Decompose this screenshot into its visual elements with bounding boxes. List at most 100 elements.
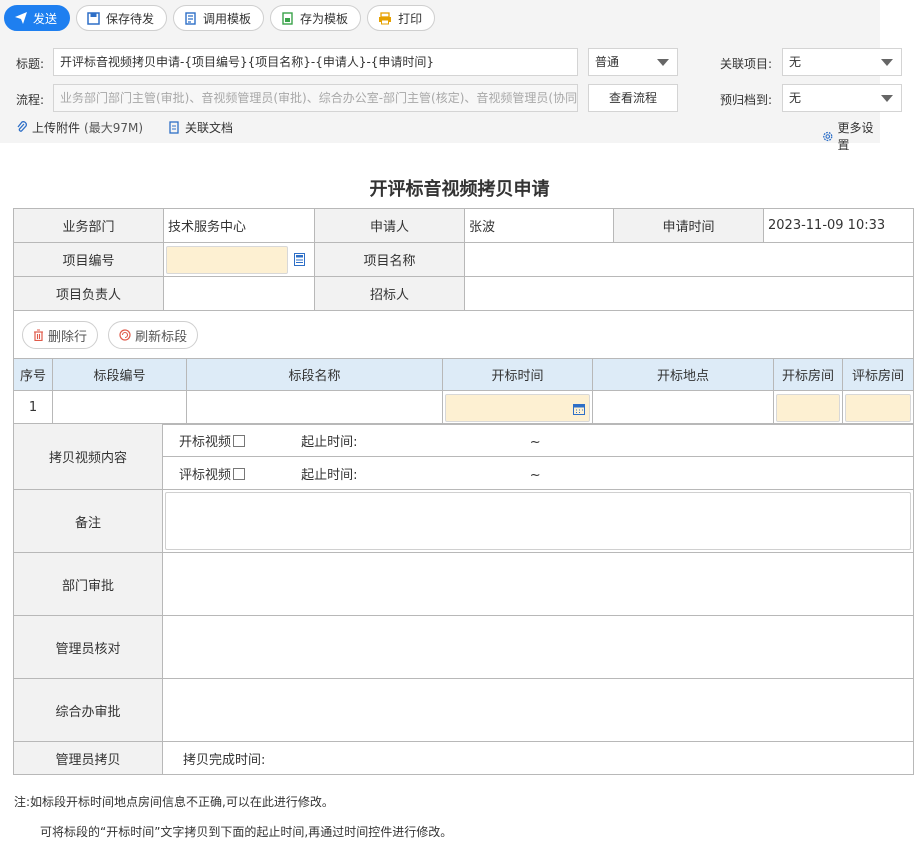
chevron-down-icon [881,59,893,66]
col-header: 评标房间 [842,358,914,391]
save-template-label: 存为模板 [300,11,349,26]
related-project-label: 关联项目: [720,57,773,71]
print-label: 打印 [398,11,423,26]
related-doc-label: 关联文档 [185,121,234,135]
template-icon [185,11,196,25]
info-table: 业务部门 技术服务中心 申请人 张波 申请时间 2023-11-09 10:33… [13,208,914,360]
project-no-cell [163,242,315,277]
header-panel: 发送 保存待发 调用模板 存为模板 打印 标题: 开评标音视频拷贝申请-{项目编… [0,0,902,152]
paperclip-icon [17,121,27,132]
copy-done-label: 拷贝完成时间: [183,752,266,768]
send-button[interactable]: 发送 [4,5,71,31]
use-template-label: 调用模板 [203,11,252,26]
bidder-label: 招标人 [314,276,465,311]
open-time-range-label: 起止时间: [301,434,358,450]
save-template-button[interactable]: 存为模板 [270,5,362,31]
open-time-input[interactable] [445,393,590,422]
tilde: ~ [529,467,541,483]
project-no-input[interactable] [166,245,288,274]
flow-label: 流程: [16,93,45,107]
upload-attachment-link[interactable]: 上传附件 (最大97M) [16,119,143,136]
delete-row-button[interactable]: 删除行 [22,321,99,349]
title-input[interactable]: 开评标音视频拷贝申请-{项目编号}{项目名称}-{申请人}-{申请时间} [53,48,578,76]
copy-content-label: 拷贝视频内容 [13,423,163,490]
col-header: 开标地点 [592,358,774,391]
flow-input[interactable]: 业务部门部门主管(审批)、音视频管理员(审批)、综合办公室-部门主管(核定)、音… [53,84,578,112]
project-name-value[interactable] [464,242,914,277]
calendar-icon[interactable] [573,403,585,415]
calculator-icon[interactable] [294,253,305,266]
title-label: 标题: [16,57,45,71]
dept-approval-label: 部门审批 [13,552,163,616]
approval-table: 拷贝视频内容 开标视频 起止时间: ~ 评标视频 起止时间: ~ 备注 部门审批… [13,423,914,775]
open-video-row: 开标视频 起止时间: ~ [162,423,914,457]
admin-check-cell[interactable] [162,615,914,679]
related-project-value: 无 [789,55,802,69]
refresh-section-label: 刷新标段 [135,329,188,345]
open-video-checkbox[interactable] [233,434,246,447]
printer-icon [379,11,392,24]
applicant-value: 张波 [464,208,614,243]
project-leader-value[interactable] [163,276,315,311]
eval-video-label: 评标视频 [179,467,232,483]
send-icon [15,12,27,24]
print-button[interactable]: 打印 [367,5,436,31]
chevron-down-icon [881,95,893,102]
upload-limit: (最大97M) [84,121,144,135]
priority-value: 普通 [595,55,620,69]
priority-select[interactable]: 普通 [588,48,678,76]
col-header: 开标时间 [442,358,593,391]
upload-label: 上传附件 [32,121,81,135]
save-draft-button[interactable]: 保存待发 [76,5,168,31]
gear-icon [823,131,833,141]
applicant-label: 申请人 [314,208,465,243]
office-approval-label: 综合办审批 [13,678,163,742]
eval-video-checkbox[interactable] [233,467,246,480]
note-line-2: 可将标段的“开标时间”文字拷贝到下面的起止时间,再通过时间控件进行修改。 [40,825,453,839]
office-approval-cell[interactable] [162,678,914,742]
use-template-button[interactable]: 调用模板 [173,5,265,31]
bidder-value[interactable] [464,276,914,311]
open-video-label: 开标视频 [179,434,232,450]
dept-label: 业务部门 [13,208,164,243]
remark-textarea[interactable] [165,492,911,550]
section-name-cell[interactable] [186,390,443,425]
col-header: 标段名称 [186,358,443,391]
eval-time-range-label: 起止时间: [301,467,358,483]
table-row: 1 [13,390,914,425]
remark-label: 备注 [13,489,163,553]
refresh-icon [119,329,131,341]
apply-time-value: 2023-11-09 10:33 [763,208,914,243]
open-time-cell [442,390,593,425]
col-header: 序号 [13,358,53,391]
dept-value: 技术服务中心 [163,208,315,243]
open-place-cell[interactable] [592,390,774,425]
col-header: 标段编号 [52,358,187,391]
delete-row-label: 删除行 [48,329,88,345]
related-document-link[interactable]: 关联文档 [168,119,233,136]
archive-label: 预归档到: [720,93,773,107]
view-flow-button[interactable]: 查看流程 [588,84,678,112]
dept-approval-cell[interactable] [162,552,914,616]
chevron-down-icon [657,59,669,66]
eval-video-row: 评标视频 起止时间: ~ [162,456,914,490]
save-template-icon [282,11,293,25]
archive-value: 无 [789,91,802,105]
section-no-cell[interactable] [52,390,187,425]
save-icon [87,11,100,25]
more-settings-label: 更多设置 [837,121,874,152]
remark-cell [162,489,914,553]
related-project-select[interactable]: 无 [782,48,902,76]
send-label: 发送 [33,11,58,26]
eval-room-input[interactable] [845,393,911,422]
col-header: 开标房间 [773,358,843,391]
tilde: ~ [529,434,541,450]
project-no-label: 项目编号 [13,242,164,277]
trash-icon [34,329,43,341]
open-room-input[interactable] [776,393,840,422]
more-settings-link[interactable]: 更多设置 [822,119,880,153]
archive-select[interactable]: 无 [782,84,902,112]
refresh-section-button[interactable]: 刷新标段 [108,321,199,349]
save-draft-label: 保存待发 [106,11,155,26]
row-actions: 删除行 刷新标段 [13,310,914,360]
